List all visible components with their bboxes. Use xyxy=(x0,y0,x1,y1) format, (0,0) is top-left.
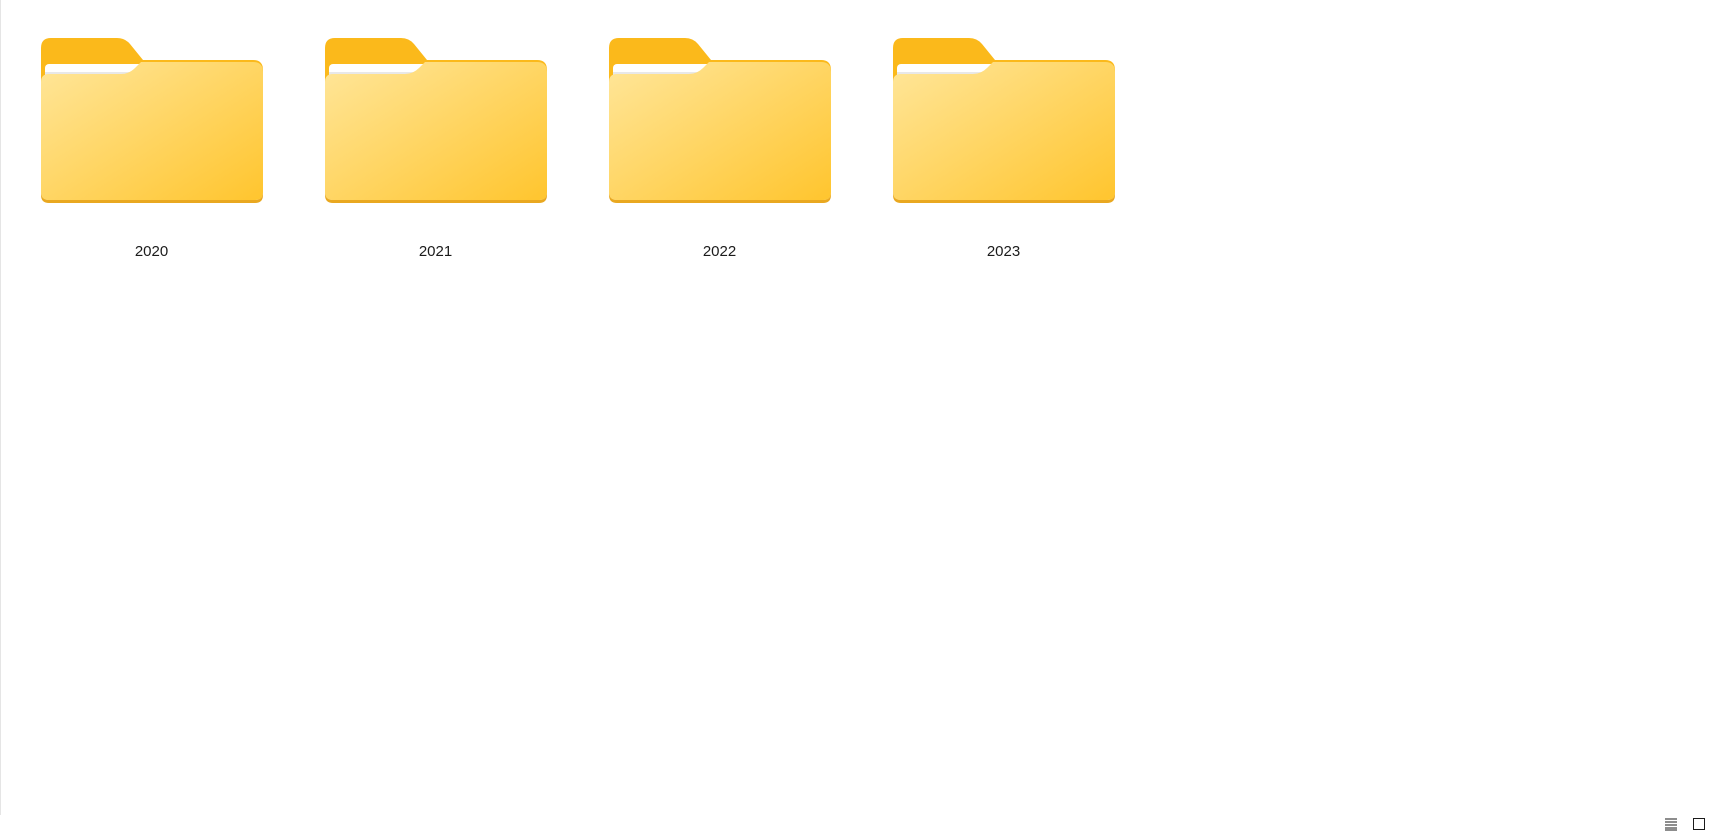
large-icons-view-icon xyxy=(1693,818,1705,830)
folder-label: 2021 xyxy=(418,243,453,260)
folder-item-2020[interactable]: 2020 xyxy=(39,32,264,292)
folder-icon xyxy=(40,38,263,203)
folder-item-2023[interactable]: 2023 xyxy=(891,32,1116,292)
folder-icon xyxy=(608,38,831,203)
folder-label: 2022 xyxy=(702,243,737,260)
status-bar xyxy=(0,815,1718,837)
folder-item-2021[interactable]: 2021 xyxy=(323,32,548,292)
large-icons-view-button[interactable] xyxy=(1690,815,1708,833)
folder-item-2022[interactable]: 2022 xyxy=(607,32,832,292)
folder-grid: 2020 2021 2022 2023 xyxy=(39,32,1116,292)
folder-icon xyxy=(892,38,1115,203)
details-view-button[interactable] xyxy=(1662,815,1680,833)
details-view-icon xyxy=(1665,818,1677,831)
folder-label: 2023 xyxy=(986,243,1021,260)
folder-label: 2020 xyxy=(134,243,169,260)
folder-icon xyxy=(324,38,547,203)
file-list-pane: 2020 2021 2022 2023 xyxy=(0,0,1718,815)
